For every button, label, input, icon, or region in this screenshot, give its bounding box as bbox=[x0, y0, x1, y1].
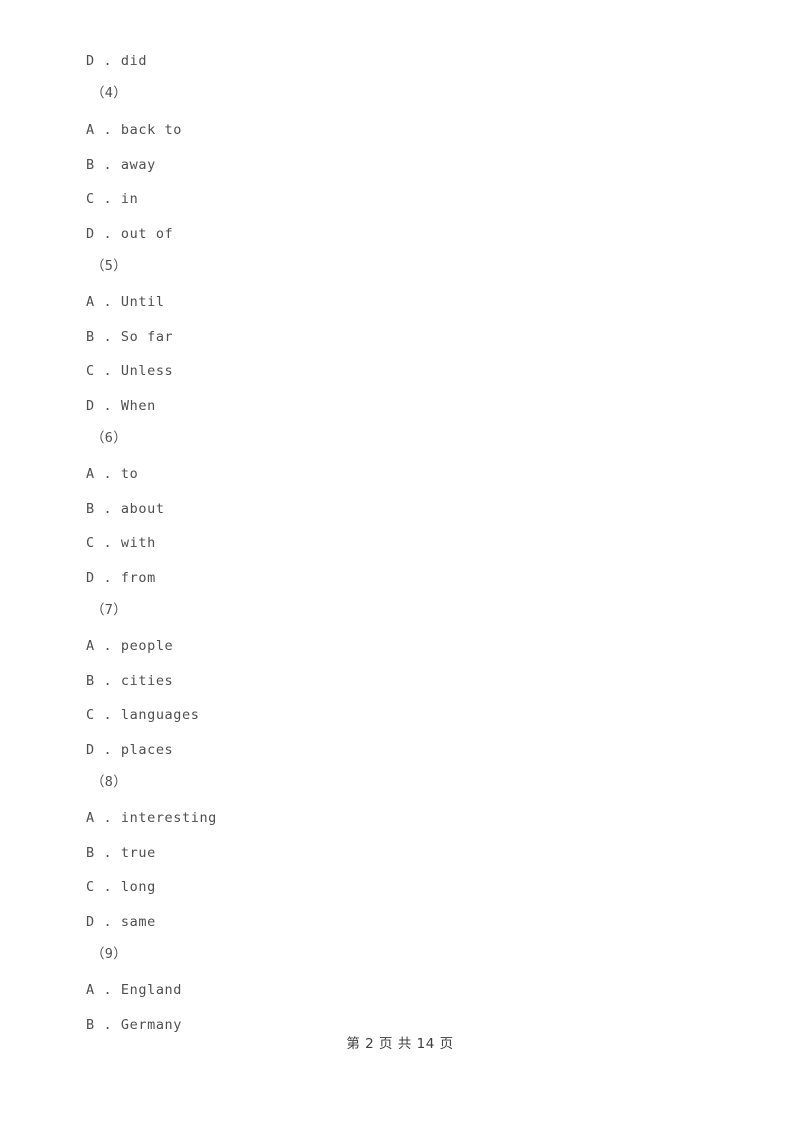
answer-option: B . true bbox=[86, 845, 156, 861]
answer-option: D . out of bbox=[86, 226, 174, 242]
question-number: （6） bbox=[91, 430, 128, 446]
answer-option: A . to bbox=[86, 466, 139, 482]
answer-option: B . about bbox=[86, 501, 165, 517]
answer-option: D . When bbox=[86, 398, 156, 414]
answer-option: B . away bbox=[86, 157, 156, 173]
answer-option: D . from bbox=[86, 570, 156, 586]
answer-option: C . Unless bbox=[86, 363, 174, 379]
question-number: （5） bbox=[91, 258, 128, 274]
answer-option: A . people bbox=[86, 638, 174, 654]
answer-option: B . cities bbox=[86, 673, 174, 689]
answer-option: A . Until bbox=[86, 294, 165, 310]
answer-option: C . long bbox=[86, 879, 156, 895]
answer-option: D . did bbox=[86, 53, 148, 69]
page-footer: 第 2 页 共 14 页 bbox=[346, 1036, 454, 1052]
question-number: （9） bbox=[91, 946, 128, 962]
question-number: （8） bbox=[91, 774, 128, 790]
answer-option: C . in bbox=[86, 191, 139, 207]
question-number: （7） bbox=[91, 602, 128, 618]
question-number: （4） bbox=[91, 85, 128, 101]
answer-option: A . interesting bbox=[86, 810, 217, 826]
document-page: D . did （4） A . back to B . away C . in D . o… bbox=[0, 0, 800, 1132]
answer-option: A . back to bbox=[86, 122, 183, 138]
answer-option: D . same bbox=[86, 914, 156, 930]
answer-option: B . Germany bbox=[86, 1017, 183, 1033]
answer-option: D . places bbox=[86, 742, 174, 758]
answer-option: A . England bbox=[86, 982, 183, 998]
answer-option: B . So far bbox=[86, 329, 174, 345]
answer-option: C . with bbox=[86, 535, 156, 551]
answer-option: C . languages bbox=[86, 707, 200, 723]
